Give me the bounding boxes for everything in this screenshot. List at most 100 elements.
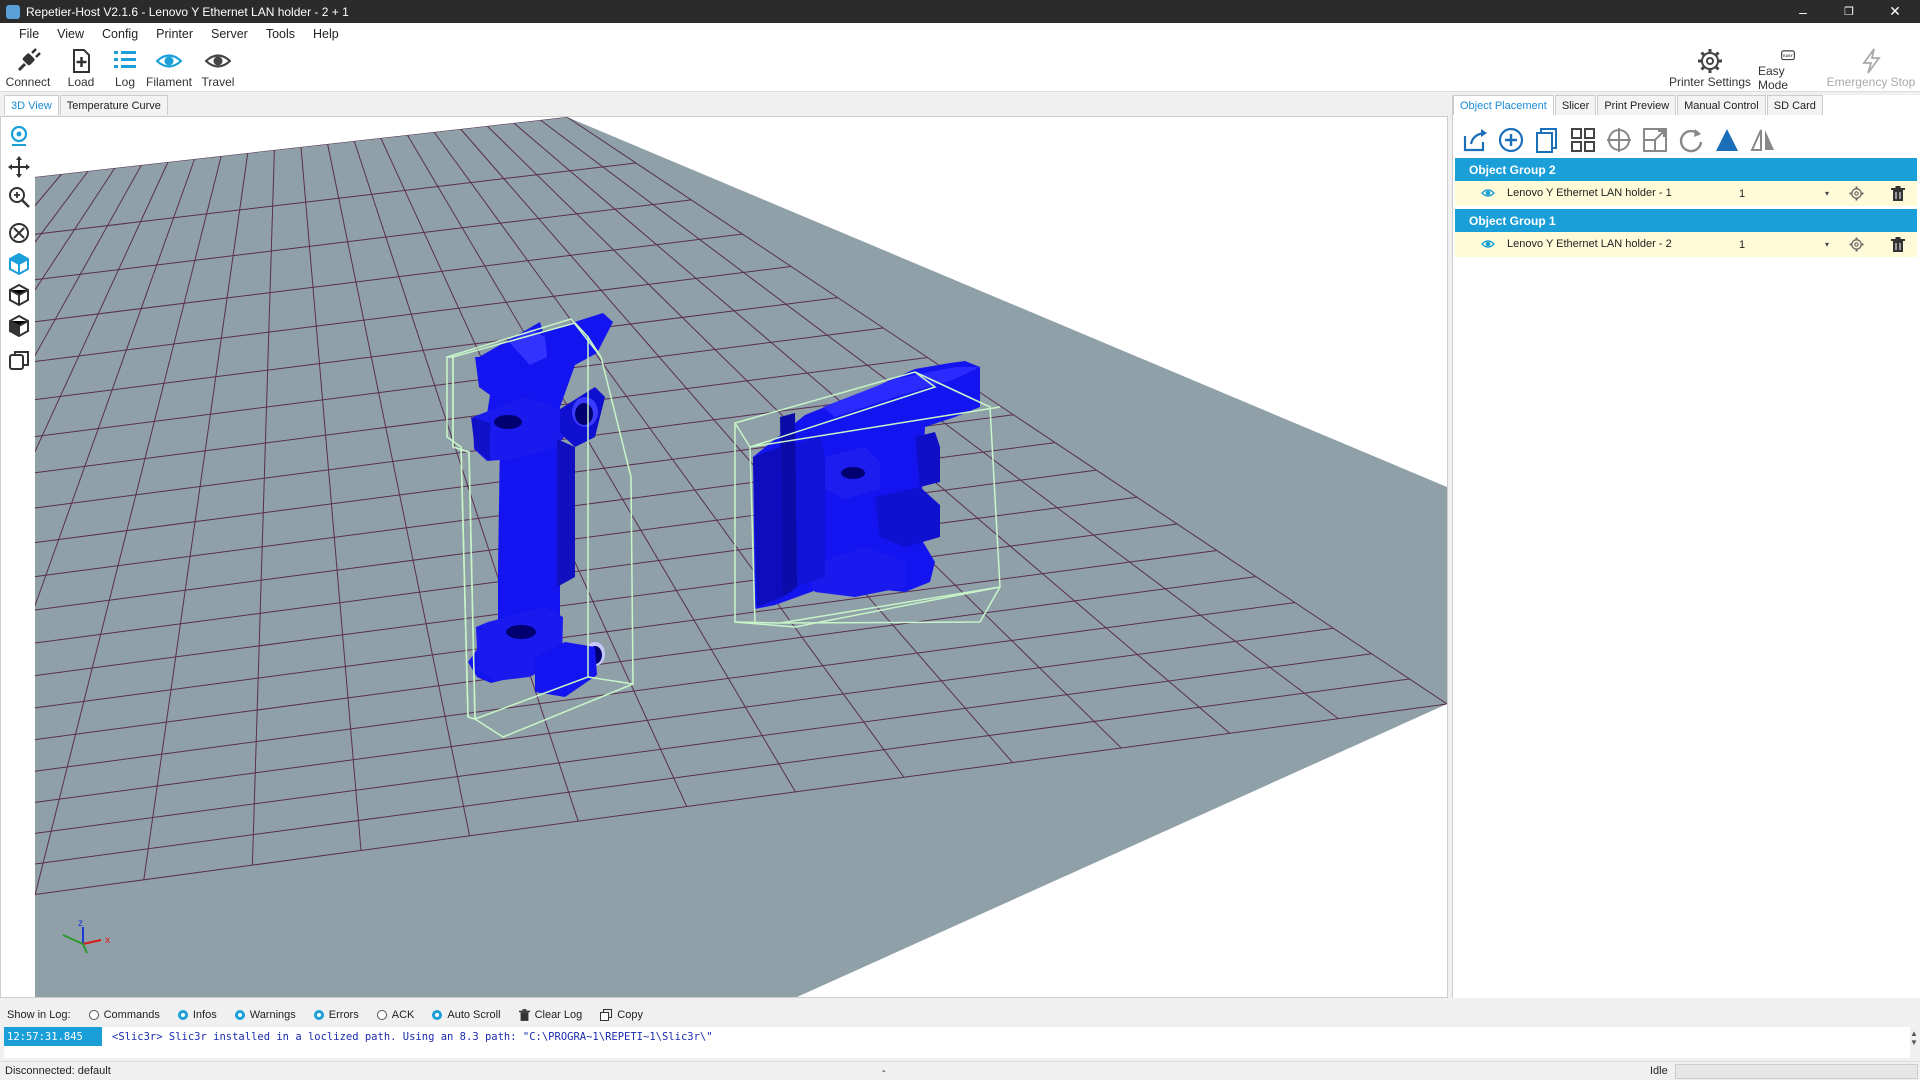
- filter-warnings[interactable]: Warnings: [234, 1009, 296, 1021]
- log-scrollbar[interactable]: ▲ ▼: [1908, 1029, 1920, 1059]
- tab-slicer[interactable]: Slicer: [1554, 95, 1597, 115]
- axis-x-label: x: [105, 935, 110, 946]
- object-settings-gear-icon[interactable]: [1849, 237, 1864, 252]
- log-timestamp: 12:57:31.845: [4, 1027, 102, 1046]
- autoposition-icon[interactable]: [1565, 123, 1601, 157]
- scroll-up-icon[interactable]: ▲: [1910, 1029, 1918, 1038]
- filter-commands[interactable]: Commands: [88, 1009, 160, 1021]
- rotate-object-icon[interactable]: [1673, 123, 1709, 157]
- eye-icon: [156, 54, 182, 68]
- filament-toggle[interactable]: Filament: [144, 48, 194, 92]
- ack-radio[interactable]: [376, 1010, 387, 1020]
- iso-view-icon[interactable]: [6, 251, 32, 277]
- object-settings-gear-icon[interactable]: [1849, 186, 1864, 201]
- rotate-view-icon[interactable]: [6, 123, 32, 149]
- right-panel: Object Placement Slicer Print Preview Ma…: [1452, 95, 1920, 998]
- commands-label: Commands: [103, 1009, 160, 1021]
- trash-icon: [518, 1009, 530, 1021]
- warnings-radio[interactable]: [234, 1010, 245, 1020]
- menu-help[interactable]: Help: [304, 27, 348, 41]
- tab-sd-card[interactable]: SD Card: [1766, 95, 1823, 115]
- easy-mode-icon: EASY: [1781, 50, 1795, 61]
- object-group-header[interactable]: Object Group 2: [1455, 158, 1917, 181]
- warnings-label: Warnings: [249, 1009, 296, 1021]
- object-group-header[interactable]: Object Group 1: [1455, 209, 1917, 232]
- errors-radio[interactable]: [313, 1010, 324, 1020]
- delete-trash-icon[interactable]: [1891, 237, 1905, 252]
- svg-text:EASY: EASY: [1783, 54, 1793, 58]
- dropdown-arrow-icon: ▾: [1824, 240, 1829, 249]
- infos-label: Infos: [192, 1009, 217, 1021]
- top-view-icon[interactable]: [6, 313, 32, 339]
- infos-radio[interactable]: [177, 1010, 188, 1020]
- load-button[interactable]: Load: [56, 48, 106, 92]
- copies-dropdown[interactable]: 1 ▾: [1735, 184, 1829, 203]
- filter-ack[interactable]: ACK: [376, 1009, 414, 1021]
- copies-dropdown[interactable]: 1 ▾: [1735, 235, 1829, 254]
- menu-printer[interactable]: Printer: [147, 27, 202, 41]
- log-button[interactable]: Log: [108, 48, 142, 92]
- menu-view[interactable]: View: [48, 27, 93, 41]
- copy-objects-icon[interactable]: [1529, 123, 1565, 157]
- 3d-viewport: z x: [0, 116, 1448, 998]
- tab-print-preview[interactable]: Print Preview: [1597, 95, 1677, 115]
- menu-file[interactable]: File: [10, 27, 48, 41]
- menu-tools[interactable]: Tools: [257, 27, 304, 41]
- menu-server[interactable]: Server: [202, 27, 257, 41]
- visibility-eye-icon[interactable]: [1481, 187, 1495, 199]
- auto-scroll-toggle[interactable]: Auto Scroll: [432, 1009, 501, 1021]
- window-title: Repetier-Host V2.1.6 - Lenovo Y Ethernet…: [26, 4, 349, 19]
- connect-label: Connect: [5, 75, 51, 89]
- printer-settings-label: Printer Settings: [1668, 75, 1752, 89]
- close-button[interactable]: ✕: [1872, 0, 1918, 23]
- object-name: Lenovo Y Ethernet LAN holder - 1: [1507, 187, 1672, 199]
- right-tabs: Object Placement Slicer Print Preview Ma…: [1453, 95, 1824, 115]
- emergency-stop-button[interactable]: Emergency Stop: [1824, 48, 1918, 92]
- easy-mode-label: Easy Mode: [1758, 64, 1789, 92]
- connect-button[interactable]: Connect: [6, 48, 50, 92]
- object-name: Lenovo Y Ethernet LAN holder - 2: [1507, 238, 1672, 250]
- show-in-log-label: Show in Log:: [7, 1009, 71, 1021]
- view-tools: [1, 117, 35, 997]
- restore-button[interactable]: ❐: [1826, 0, 1872, 23]
- gear-icon: [1698, 49, 1722, 73]
- job-progress-bar: [1675, 1064, 1918, 1079]
- travel-toggle[interactable]: Travel: [198, 48, 238, 92]
- visibility-eye-icon[interactable]: [1481, 238, 1495, 250]
- menu-config[interactable]: Config: [93, 27, 147, 41]
- tab-object-placement[interactable]: Object Placement: [1453, 95, 1554, 115]
- print-bed-scene[interactable]: z x: [35, 117, 1447, 997]
- object-row[interactable]: Lenovo Y Ethernet LAN holder - 1 1 ▾: [1455, 181, 1917, 206]
- commands-radio[interactable]: [88, 1010, 99, 1020]
- front-view-icon[interactable]: [6, 282, 32, 308]
- object-tools: [1457, 123, 1781, 157]
- move-view-icon[interactable]: [6, 154, 32, 180]
- tab-manual-control[interactable]: Manual Control: [1677, 95, 1766, 115]
- log-entry[interactable]: 12:57:31.845 <Slic3r> Slic3r installed i…: [4, 1027, 1910, 1046]
- delete-trash-icon[interactable]: [1891, 186, 1905, 201]
- eye-icon: [205, 54, 231, 68]
- cut-object-icon[interactable]: [1709, 123, 1745, 157]
- travel-label: Travel: [201, 75, 235, 89]
- add-object-icon[interactable]: [1493, 123, 1529, 157]
- scale-object-icon[interactable]: [1637, 123, 1673, 157]
- filter-infos[interactable]: Infos: [177, 1009, 217, 1021]
- easy-mode-button[interactable]: EASY Easy Mode: [1758, 48, 1818, 92]
- auto-scroll-radio[interactable]: [432, 1010, 443, 1020]
- printer-settings-button[interactable]: Printer Settings: [1668, 48, 1752, 92]
- zoom-view-icon[interactable]: [6, 184, 32, 210]
- tab-temperature-curve[interactable]: Temperature Curve: [59, 95, 168, 115]
- tab-3d-view[interactable]: 3D View: [4, 95, 59, 115]
- copy-log-button[interactable]: Copy: [600, 1009, 643, 1021]
- object-row[interactable]: Lenovo Y Ethernet LAN holder - 2 1 ▾: [1455, 232, 1917, 257]
- fit-view-icon[interactable]: [6, 220, 32, 246]
- scroll-down-icon[interactable]: ▼: [1910, 1038, 1918, 1047]
- export-icon[interactable]: [1457, 123, 1493, 157]
- minimize-button[interactable]: –: [1780, 0, 1826, 23]
- view-tabs: 3D View Temperature Curve: [4, 95, 169, 115]
- parallel-projection-icon[interactable]: [6, 347, 32, 373]
- center-object-icon[interactable]: [1601, 123, 1637, 157]
- filter-errors[interactable]: Errors: [313, 1009, 359, 1021]
- mirror-object-icon[interactable]: [1745, 123, 1781, 157]
- clear-log-button[interactable]: Clear Log: [518, 1009, 582, 1021]
